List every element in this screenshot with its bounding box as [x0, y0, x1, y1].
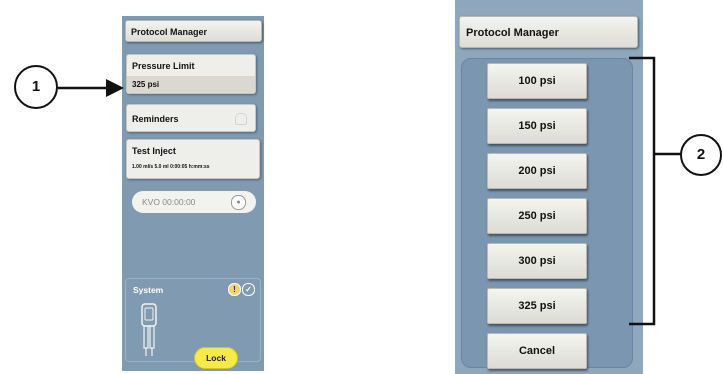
check-icon[interactable]: ✓: [242, 283, 255, 296]
callout-2: 2: [680, 134, 722, 176]
pressure-options-list: 100 psi 150 psi 200 psi 250 psi 300 psi …: [461, 58, 633, 369]
psi-option-250[interactable]: 250 psi: [487, 198, 587, 234]
pressure-limit-label: Pressure Limit: [132, 61, 195, 71]
reminders-button[interactable]: Reminders: [126, 104, 256, 132]
system-label: System: [133, 285, 164, 295]
options-bracket: [629, 56, 682, 326]
reminders-label: Reminders: [132, 114, 179, 124]
protocol-manager-title-button[interactable]: Protocol Manager: [125, 20, 262, 42]
kvo-label: KVO 00:00:00: [142, 197, 196, 207]
psi-option-200[interactable]: 200 psi: [487, 153, 587, 189]
protocol-manager-panel: Protocol Manager Pressure Limit 325 psi …: [122, 16, 264, 371]
info-icon[interactable]: !: [228, 283, 241, 296]
injector-device-icon: [141, 303, 157, 356]
test-inject-button[interactable]: Test Inject 1.00 ml/s 5.0 ml 0:00:05 h:m…: [126, 139, 260, 179]
psi-option-300[interactable]: 300 psi: [487, 243, 587, 279]
psi-option-325[interactable]: 325 psi: [487, 288, 587, 324]
psi-option-100[interactable]: 100 psi: [487, 63, 587, 99]
bell-icon: [235, 113, 247, 125]
protocol-manager-title-button[interactable]: Protocol Manager: [459, 16, 638, 48]
kvo-button[interactable]: KVO 00:00:00 ●: [132, 191, 256, 213]
test-inject-value: 1.00 ml/s 5.0 ml 0:00:05 h:mm:ss: [132, 164, 210, 170]
callout-arrow: [58, 79, 124, 97]
psi-option-150[interactable]: 150 psi: [487, 108, 587, 144]
pressure-select-panel: Protocol Manager 100 psi 150 psi 200 psi…: [455, 0, 643, 374]
lock-icon: ●: [231, 195, 246, 210]
callout-1: 1: [14, 65, 58, 109]
lock-button[interactable]: Lock: [194, 347, 238, 369]
pressure-limit-value: 325 psi: [127, 76, 255, 93]
test-inject-label: Test Inject: [132, 146, 176, 156]
pressure-limit-button[interactable]: Pressure Limit 325 psi: [126, 54, 256, 94]
system-section: System ! ✓: [125, 278, 261, 362]
cancel-button[interactable]: Cancel: [487, 333, 587, 369]
